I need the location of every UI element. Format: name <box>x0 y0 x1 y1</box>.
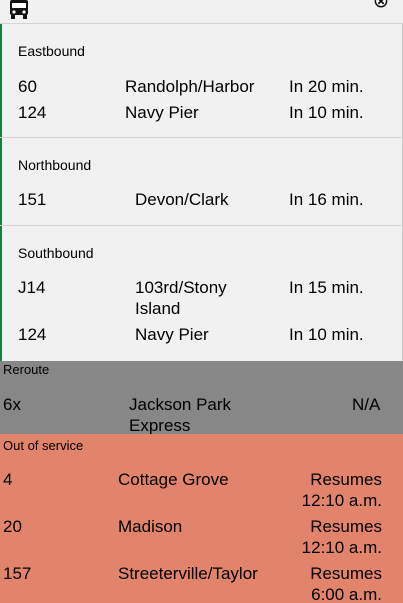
route-destination-line2: Island <box>135 299 181 318</box>
route-destination: Streeterville/Taylor <box>118 564 258 583</box>
direction-heading-southbound: Southbound <box>18 245 94 261</box>
route-status-line1: Resumes <box>310 517 382 536</box>
route-status-line1: Resumes <box>310 470 382 489</box>
route-number: 6x <box>3 395 21 414</box>
route-status-line1: Resumes <box>310 564 382 583</box>
route-status-line2: 12:10 a.m. <box>301 538 382 557</box>
route-number: 20 <box>3 517 22 536</box>
route-status: N/A <box>352 395 381 414</box>
header-bar <box>0 0 403 24</box>
route-number: J14 <box>18 278 46 297</box>
route-eta: In 15 min. <box>289 278 364 297</box>
route-destination: Randolph/Harbor <box>125 77 255 96</box>
route-number: 4 <box>3 470 13 489</box>
route-destination: Cottage Grove <box>118 470 229 489</box>
route-eta: In 20 min. <box>289 77 364 96</box>
route-number: 124 <box>18 325 47 344</box>
route-destination: Navy Pier <box>135 325 209 344</box>
out-of-service-section: Out of service 4 Cottage Grove Resumes 1… <box>0 434 403 603</box>
out-of-service-label: Out of service <box>3 438 84 453</box>
route-eta: In 10 min. <box>289 103 364 122</box>
route-number: 157 <box>3 564 32 583</box>
route-destination-line1: Jackson Park <box>129 395 232 414</box>
route-destination-line1: 103rd/Stony <box>135 278 227 297</box>
route-eta: In 16 min. <box>289 190 364 209</box>
divider <box>0 137 403 138</box>
reroute-label: Reroute <box>3 362 50 377</box>
close-circle-icon[interactable] <box>370 0 392 13</box>
route-status-line2: 6:00 a.m. <box>311 585 382 603</box>
route-eta: In 10 min. <box>289 325 364 344</box>
route-destination-line2: Express <box>129 416 191 435</box>
direction-heading-eastbound: Eastbound <box>18 43 85 59</box>
route-status-line2: 12:10 a.m. <box>301 491 382 510</box>
direction-heading-northbound: Northbound <box>18 157 92 173</box>
route-number: 60 <box>18 77 37 96</box>
divider <box>0 225 403 226</box>
reroute-section: Reroute 6x Jackson Park Express N/A <box>0 361 403 435</box>
route-destination: Madison <box>118 517 183 536</box>
route-destination: Devon/Clark <box>135 190 229 209</box>
route-number: 151 <box>18 190 47 209</box>
route-destination: Navy Pier <box>125 103 199 122</box>
bus-icon <box>10 0 28 19</box>
route-number: 124 <box>18 103 47 122</box>
